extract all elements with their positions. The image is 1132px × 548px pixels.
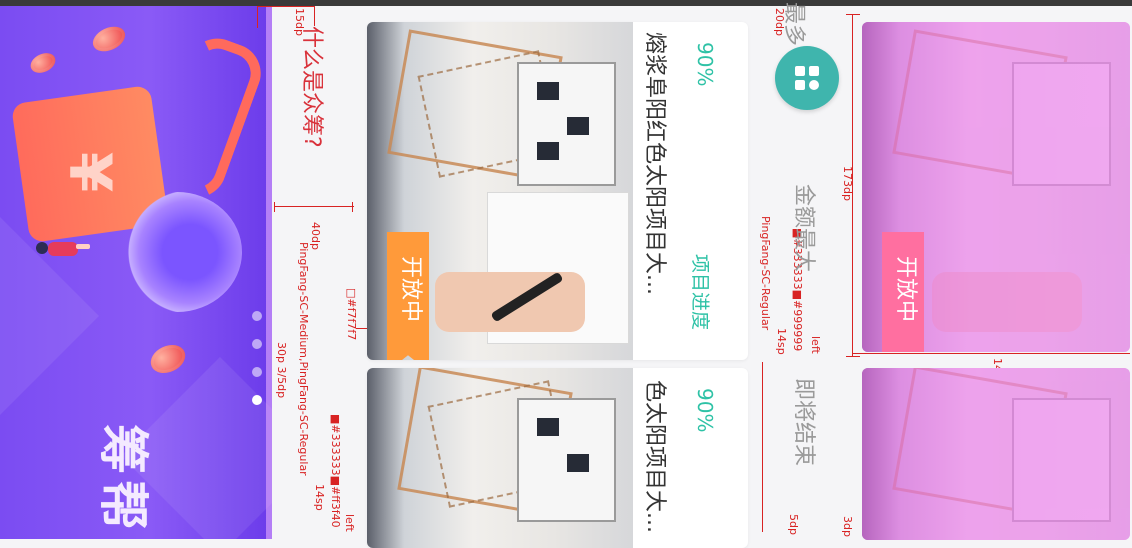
coin-icon <box>88 21 130 57</box>
measure-line <box>762 362 763 532</box>
font-spec-line-3: ■#333333■#ff3f40 <box>329 414 342 528</box>
project-card[interactable]: 色太阳项目大... 90% <box>367 368 748 548</box>
measure-line <box>314 6 315 26</box>
pink-guide-strip <box>266 6 272 539</box>
measure-line <box>352 202 353 212</box>
person-illustration <box>36 242 90 256</box>
promo-banner[interactable]: ¥ 筹帮 <box>0 6 272 539</box>
measure-line <box>257 6 315 7</box>
font-spec-line-2: 14sp <box>313 484 326 511</box>
carousel-dot-active[interactable] <box>252 395 262 405</box>
house-window <box>537 418 559 436</box>
progress-percent: 90% <box>693 388 717 433</box>
progress-percent: 90% <box>693 42 717 87</box>
measure-40dp: 40dp <box>309 222 322 250</box>
measure-5dp: 5dp <box>787 514 800 535</box>
font-spec-line-2: 14sp <box>775 328 788 355</box>
house-window <box>537 82 559 100</box>
highlight-overlay <box>862 368 1130 540</box>
project-card[interactable]: 开放中 熔浆阜阳红色太阳项目大... 项目进度 90% <box>367 22 748 360</box>
carousel-dot[interactable] <box>252 311 262 321</box>
house-window <box>537 142 559 160</box>
font-spec-line-1: PingFang-SC-Medium,PingFang-SC-Regular <box>297 242 310 476</box>
measure-line <box>846 14 860 15</box>
measure-line <box>852 353 1130 354</box>
section-title: 什么是众筹? <box>299 26 324 148</box>
coin-icon <box>27 49 59 77</box>
tab-ending-soon[interactable]: 即将结束 <box>790 378 822 466</box>
ribbon-illustration <box>144 30 270 206</box>
tab-max-amount[interactable]: 金额最大 <box>790 184 822 272</box>
font-spec-line-4: left <box>809 336 822 354</box>
measure-line <box>274 202 275 212</box>
carousel-dot[interactable] <box>252 367 262 377</box>
font-spec-line-1: PingFang-SC-Regular <box>759 216 772 331</box>
yen-symbol-icon: ¥ <box>56 151 125 193</box>
carousel-dot[interactable] <box>252 339 262 349</box>
coin-icon <box>146 339 190 379</box>
measure-line <box>257 6 258 28</box>
status-badge: 开放中 <box>882 232 924 352</box>
project-photo <box>367 368 633 548</box>
design-canvas: ¥ 筹帮 30p 3/5dp PingFang-SC-Medium,PingFa… <box>0 2 1132 548</box>
measure-173dp: 173dp <box>841 166 854 201</box>
tab-latest[interactable]: 最多 <box>780 2 812 46</box>
dots-spacing-annotation: 30p 3/5dp <box>275 342 288 399</box>
house-window <box>567 117 589 135</box>
font-spec-line-4: left <box>343 514 356 532</box>
grid-menu-button[interactable] <box>775 46 839 110</box>
status-badge: 开放中 <box>387 232 429 360</box>
project-card-highlighted[interactable]: 开放中 <box>862 22 1130 352</box>
measure-line <box>274 206 354 207</box>
background-color-annotation: □#f7f7f7 <box>345 288 358 341</box>
measure-line <box>846 356 860 357</box>
card-title: 色太阳项目大... <box>642 380 667 533</box>
house-window <box>567 454 589 472</box>
card-title: 熔浆阜阳红色太阳项目大... <box>642 32 667 295</box>
swirl-illustration <box>112 192 242 312</box>
progress-label: 项目进度 <box>689 254 711 331</box>
project-card-highlighted[interactable] <box>862 368 1130 540</box>
banner-brand-title: 筹帮 <box>94 424 152 536</box>
measure-3dp: 3dp <box>841 516 854 537</box>
